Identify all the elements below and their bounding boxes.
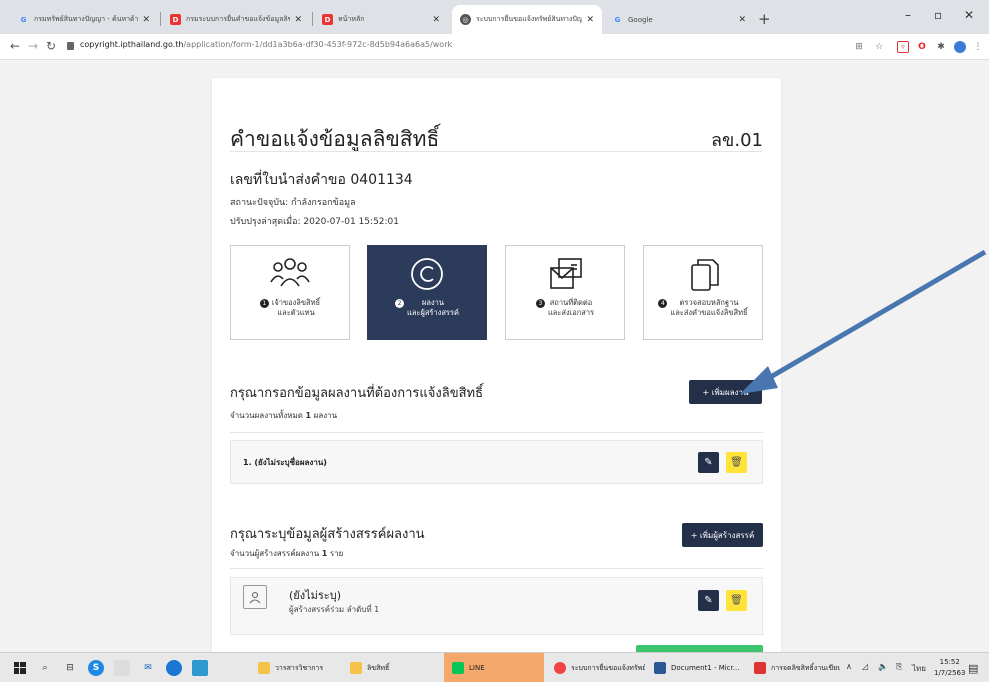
delete-work-button[interactable]: 🗑	[726, 452, 747, 473]
close-icon[interactable]: ✕	[734, 15, 746, 25]
step-review[interactable]: 4 ตรวจสอบหลักฐาน และส่งคำขอแจ้งลิขสิทธิ์	[643, 245, 763, 340]
dip-icon: D	[170, 14, 181, 25]
opera-icon[interactable]: O	[916, 41, 928, 53]
notification-icon[interactable]: ▤	[968, 662, 978, 675]
form-code: ลข.01	[711, 130, 763, 151]
translate-icon[interactable]: ⊞	[853, 41, 865, 53]
taskbar-item-pdf[interactable]: การจดลิขสิทธิ์งานเขียน...	[750, 653, 840, 682]
browser-tab[interactable]: D กรมระบบการยื่นคำขอแจ้งข้อมูลลิขสิทธิ์ …	[162, 5, 310, 34]
google-icon: G	[614, 15, 621, 24]
form-card: คำขอแจ้งข้อมูลลิขสิทธิ์ ลข.01 เลขที่ใบนำ…	[212, 78, 781, 652]
documents-icon	[691, 259, 719, 291]
add-work-button[interactable]: + เพิ่มผลงาน	[689, 380, 762, 404]
divider	[230, 151, 763, 152]
search-icon[interactable]: ⌕	[37, 660, 53, 676]
language-indicator[interactable]: ไทย	[912, 662, 926, 675]
taskbar-item-line[interactable]: LINE	[444, 653, 544, 682]
browser-tab-strip: G กรมทรัพย์สินทางปัญญา - ค้นหาด้าน... ✕ …	[0, 0, 989, 34]
globe-icon: ◎	[460, 14, 471, 25]
minimize-icon[interactable]: –	[905, 8, 911, 22]
browser-tab[interactable]: D หน้าหลัก ✕	[314, 5, 448, 34]
profile-icon[interactable]	[954, 41, 966, 53]
reload-icon[interactable]: ↻	[46, 39, 56, 53]
edit-work-button[interactable]: ✎	[698, 452, 719, 473]
copyright-icon	[411, 258, 443, 290]
divider	[230, 568, 763, 569]
address-bar[interactable]: copyright.ipthailand.go.th/application/f…	[80, 40, 452, 49]
clipboard-icon[interactable]: ⎘	[896, 662, 902, 672]
tray-chevron-icon[interactable]: ∧	[846, 662, 852, 671]
taskbar-item-word[interactable]: Document1 - Micr...	[650, 653, 745, 682]
people-icon	[270, 258, 310, 287]
avatar-icon	[243, 585, 267, 609]
pocket-icon[interactable]: ▿	[897, 41, 909, 53]
step-contact[interactable]: 3 สถานที่ติดต่อ และส่งเอกสาร	[505, 245, 625, 340]
mail-app-icon[interactable]: ✉	[140, 660, 156, 676]
divider	[230, 432, 763, 433]
creator-name: (ยังไม่ระบุ)	[289, 589, 341, 602]
trash-icon: 🗑	[730, 457, 743, 468]
mail-icon	[550, 258, 582, 289]
updated-text: ปรับปรุงล่าสุดเมื่อ: 2020-07-01 15:52:01	[230, 217, 400, 227]
windows-start-icon[interactable]	[12, 660, 28, 676]
delete-creator-button[interactable]: 🗑	[726, 590, 747, 611]
clock[interactable]: 15:52 1/7/2563	[934, 657, 965, 679]
pencil-icon: ✎	[704, 595, 713, 606]
star-icon[interactable]: ☆	[873, 41, 885, 53]
skype-icon[interactable]: S	[88, 660, 104, 676]
work-item: 1. (ยังไม่ระบุชื่อผลงาน) ✎ 🗑	[230, 440, 763, 484]
scrollbar[interactable]	[981, 60, 989, 652]
lock-icon	[67, 42, 74, 50]
browser-toolbar: ← → ↻ copyright.ipthailand.go.th/applica…	[0, 34, 989, 60]
step-owner[interactable]: 1 เจ้าของลิขสิทธิ์ และตัวแทน	[230, 245, 350, 340]
step-works[interactable]: 2 ผลงาน และผู้สร้างสรรค์	[367, 245, 487, 340]
works-section-title: กรุณากรอกข้อมูลผลงานที่ต้องการแจ้งลิขสิท…	[230, 386, 484, 401]
file-icon[interactable]	[114, 660, 130, 676]
browser-tab-active[interactable]: ◎ ระบบการยื่นขอแจ้งทรัพย์สินทางปัญญา ✕	[452, 5, 602, 34]
forward-icon[interactable]: →	[28, 39, 38, 53]
close-icon[interactable]: ✕	[138, 15, 150, 25]
work-item-label: 1. (ยังไม่ระบุชื่อผลงาน)	[243, 458, 327, 467]
browser-tab[interactable]: G กรมทรัพย์สินทางปัญญา - ค้นหาด้าน... ✕	[10, 5, 158, 34]
trash-icon: 🗑	[730, 595, 743, 606]
edge-icon[interactable]	[166, 660, 182, 676]
creators-count: จำนวนผู้สร้างสรรค์ผลงาน 1 ราย	[230, 549, 344, 558]
status-text: สถานะปัจจุบัน: กำลังกรอกข้อมูล	[230, 198, 356, 208]
creators-section-title: กรุณาระบุข้อมูลผู้สร้างสรรค์ผลงาน	[230, 527, 425, 542]
menu-icon[interactable]: ⋮	[972, 41, 984, 53]
app-icon[interactable]	[192, 660, 208, 676]
close-icon[interactable]: ✕	[290, 15, 302, 25]
close-window-icon[interactable]: ✕	[964, 8, 974, 22]
request-number: เลขที่ใบนำส่งคำขอ 0401134	[230, 172, 413, 188]
new-tab-button[interactable]: +	[758, 10, 771, 28]
works-count: จำนวนผลงานทั้งหมด 1 ผลงาน	[230, 411, 338, 420]
close-icon[interactable]: ✕	[428, 15, 440, 25]
taskbar-item-chrome[interactable]: ระบบการยื่นขอแจ้งทรัพย์...	[550, 653, 645, 682]
edit-creator-button[interactable]: ✎	[698, 590, 719, 611]
dip-icon: D	[322, 14, 333, 25]
taskbar-item[interactable]: ลิขสิทธิ์	[350, 653, 438, 682]
back-icon[interactable]: ←	[10, 39, 20, 53]
taskbar: ⌕ ⊟ S ✉ วารสารวิชาการ ลิขสิทธิ์ LINE ระบ…	[0, 652, 989, 682]
maximize-icon[interactable]: ▫	[934, 8, 942, 22]
close-icon[interactable]: ✕	[582, 15, 594, 25]
next-button[interactable]	[636, 645, 763, 652]
add-creator-button[interactable]: + เพิ่มผู้สร้างสรรค์	[682, 523, 763, 547]
network-icon[interactable]: ◿	[862, 662, 868, 671]
google-icon: G	[20, 15, 27, 24]
creator-item: (ยังไม่ระบุ) ผู้สร้างสรรค์ร่วม ลำดับที่ …	[230, 577, 763, 635]
creator-role: ผู้สร้างสรรค์ร่วม ลำดับที่ 1	[289, 605, 380, 614]
browser-tab[interactable]: G Google ✕	[604, 5, 754, 34]
task-view-icon[interactable]: ⊟	[62, 660, 78, 676]
page-viewport: คำขอแจ้งข้อมูลลิขสิทธิ์ ลข.01 เลขที่ใบนำ…	[0, 60, 989, 652]
volume-icon[interactable]: 🔈	[878, 662, 888, 671]
taskbar-item[interactable]: วารสารวิชาการ	[258, 653, 346, 682]
extensions-icon[interactable]: ✱	[935, 41, 947, 53]
pencil-icon: ✎	[704, 457, 713, 468]
